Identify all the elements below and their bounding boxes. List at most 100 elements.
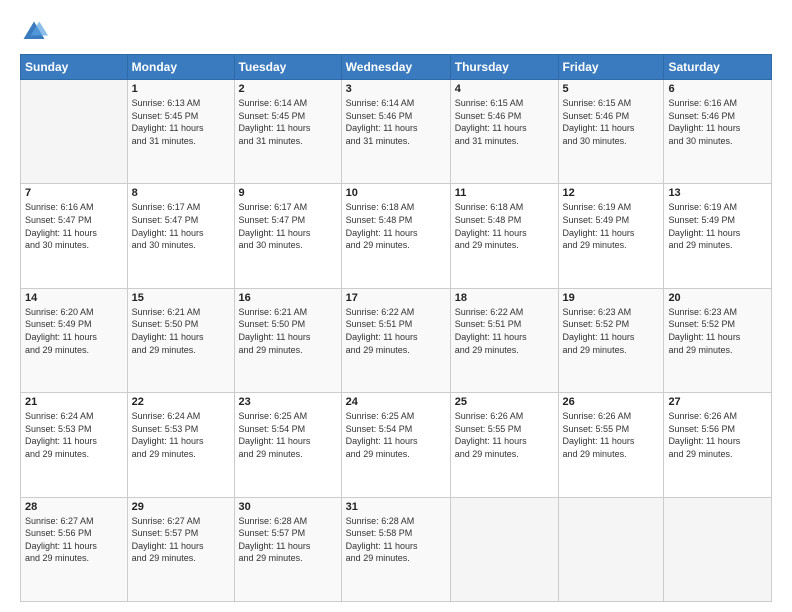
day-header-wednesday: Wednesday <box>341 55 450 80</box>
calendar-cell: 6 Sunrise: 6:16 AMSunset: 5:46 PMDaylight… <box>664 80 772 184</box>
day-number: 8 <box>132 187 230 199</box>
calendar-cell: 14 Sunrise: 6:20 AMSunset: 5:49 PMDayligh… <box>21 288 128 392</box>
day-header-sunday: Sunday <box>21 55 128 80</box>
day-info: Sunrise: 6:23 AMSunset: 5:52 PMDaylight:… <box>668 306 767 356</box>
day-number: 6 <box>668 83 767 95</box>
day-number: 11 <box>455 187 554 199</box>
day-number: 1 <box>132 83 230 95</box>
day-info: Sunrise: 6:24 AMSunset: 5:53 PMDaylight:… <box>25 410 123 460</box>
day-number: 3 <box>346 83 446 95</box>
calendar-cell: 31 Sunrise: 6:28 AMSunset: 5:58 PMDayligh… <box>341 497 450 601</box>
day-info: Sunrise: 6:15 AMSunset: 5:46 PMDaylight:… <box>455 97 554 147</box>
day-info: Sunrise: 6:25 AMSunset: 5:54 PMDaylight:… <box>346 410 446 460</box>
day-number: 31 <box>346 501 446 513</box>
calendar-cell: 23 Sunrise: 6:25 AMSunset: 5:54 PMDayligh… <box>234 393 341 497</box>
day-info: Sunrise: 6:14 AMSunset: 5:45 PMDaylight:… <box>239 97 337 147</box>
week-row-4: 21 Sunrise: 6:24 AMSunset: 5:53 PMDayligh… <box>21 393 772 497</box>
day-info: Sunrise: 6:25 AMSunset: 5:54 PMDaylight:… <box>239 410 337 460</box>
calendar-cell: 1 Sunrise: 6:13 AMSunset: 5:45 PMDaylight… <box>127 80 234 184</box>
day-number: 15 <box>132 292 230 304</box>
day-header-saturday: Saturday <box>664 55 772 80</box>
day-number: 17 <box>346 292 446 304</box>
calendar-cell: 28 Sunrise: 6:27 AMSunset: 5:56 PMDayligh… <box>21 497 128 601</box>
calendar-cell: 8 Sunrise: 6:17 AMSunset: 5:47 PMDaylight… <box>127 184 234 288</box>
day-info: Sunrise: 6:13 AMSunset: 5:45 PMDaylight:… <box>132 97 230 147</box>
week-row-3: 14 Sunrise: 6:20 AMSunset: 5:49 PMDayligh… <box>21 288 772 392</box>
calendar-cell: 17 Sunrise: 6:22 AMSunset: 5:51 PMDayligh… <box>341 288 450 392</box>
day-number: 16 <box>239 292 337 304</box>
day-number: 18 <box>455 292 554 304</box>
day-info: Sunrise: 6:18 AMSunset: 5:48 PMDaylight:… <box>455 201 554 251</box>
day-number: 9 <box>239 187 337 199</box>
day-info: Sunrise: 6:14 AMSunset: 5:46 PMDaylight:… <box>346 97 446 147</box>
day-number: 23 <box>239 396 337 408</box>
day-number: 14 <box>25 292 123 304</box>
day-info: Sunrise: 6:27 AMSunset: 5:57 PMDaylight:… <box>132 515 230 565</box>
calendar-cell: 18 Sunrise: 6:22 AMSunset: 5:51 PMDayligh… <box>450 288 558 392</box>
day-info: Sunrise: 6:19 AMSunset: 5:49 PMDaylight:… <box>668 201 767 251</box>
day-info: Sunrise: 6:22 AMSunset: 5:51 PMDaylight:… <box>455 306 554 356</box>
calendar: SundayMondayTuesdayWednesdayThursdayFrid… <box>20 54 772 602</box>
week-row-1: 1 Sunrise: 6:13 AMSunset: 5:45 PMDaylight… <box>21 80 772 184</box>
day-info: Sunrise: 6:26 AMSunset: 5:56 PMDaylight:… <box>668 410 767 460</box>
calendar-table: SundayMondayTuesdayWednesdayThursdayFrid… <box>20 54 772 602</box>
day-number: 24 <box>346 396 446 408</box>
day-number: 12 <box>563 187 660 199</box>
page: SundayMondayTuesdayWednesdayThursdayFrid… <box>0 0 792 612</box>
calendar-cell: 20 Sunrise: 6:23 AMSunset: 5:52 PMDayligh… <box>664 288 772 392</box>
day-info: Sunrise: 6:16 AMSunset: 5:46 PMDaylight:… <box>668 97 767 147</box>
header <box>20 18 772 46</box>
calendar-header-row: SundayMondayTuesdayWednesdayThursdayFrid… <box>21 55 772 80</box>
day-info: Sunrise: 6:18 AMSunset: 5:48 PMDaylight:… <box>346 201 446 251</box>
calendar-cell: 15 Sunrise: 6:21 AMSunset: 5:50 PMDayligh… <box>127 288 234 392</box>
day-info: Sunrise: 6:28 AMSunset: 5:57 PMDaylight:… <box>239 515 337 565</box>
day-number: 28 <box>25 501 123 513</box>
day-number: 21 <box>25 396 123 408</box>
calendar-cell: 27 Sunrise: 6:26 AMSunset: 5:56 PMDayligh… <box>664 393 772 497</box>
day-info: Sunrise: 6:28 AMSunset: 5:58 PMDaylight:… <box>346 515 446 565</box>
day-info: Sunrise: 6:23 AMSunset: 5:52 PMDaylight:… <box>563 306 660 356</box>
calendar-cell: 26Sunrise: 6:26 AMSunset: 5:55 PMDayligh… <box>558 393 664 497</box>
day-number: 5 <box>563 83 660 95</box>
day-number: 2 <box>239 83 337 95</box>
calendar-cell <box>450 497 558 601</box>
day-info: Sunrise: 6:16 AMSunset: 5:47 PMDaylight:… <box>25 201 123 251</box>
calendar-cell <box>558 497 664 601</box>
day-number: 22 <box>132 396 230 408</box>
calendar-cell: 9Sunrise: 6:17 AMSunset: 5:47 PMDaylight… <box>234 184 341 288</box>
calendar-cell: 11 Sunrise: 6:18 AMSunset: 5:48 PMDayligh… <box>450 184 558 288</box>
day-info: Sunrise: 6:19 AMSunset: 5:49 PMDaylight:… <box>563 201 660 251</box>
calendar-cell: 21 Sunrise: 6:24 AMSunset: 5:53 PMDayligh… <box>21 393 128 497</box>
day-info: Sunrise: 6:15 AMSunset: 5:46 PMDaylight:… <box>563 97 660 147</box>
calendar-cell: 19 Sunrise: 6:23 AMSunset: 5:52 PMDayligh… <box>558 288 664 392</box>
day-info: Sunrise: 6:22 AMSunset: 5:51 PMDaylight:… <box>346 306 446 356</box>
day-number: 26 <box>563 396 660 408</box>
day-number: 27 <box>668 396 767 408</box>
day-info: Sunrise: 6:20 AMSunset: 5:49 PMDaylight:… <box>25 306 123 356</box>
day-number: 20 <box>668 292 767 304</box>
calendar-cell: 25Sunrise: 6:26 AMSunset: 5:55 PMDayligh… <box>450 393 558 497</box>
calendar-cell: 2 Sunrise: 6:14 AMSunset: 5:45 PMDaylight… <box>234 80 341 184</box>
calendar-cell: 5 Sunrise: 6:15 AMSunset: 5:46 PMDaylight… <box>558 80 664 184</box>
calendar-cell: 16Sunrise: 6:21 AMSunset: 5:50 PMDayligh… <box>234 288 341 392</box>
day-header-friday: Friday <box>558 55 664 80</box>
calendar-cell: 12 Sunrise: 6:19 AMSunset: 5:49 PMDayligh… <box>558 184 664 288</box>
day-info: Sunrise: 6:27 AMSunset: 5:56 PMDaylight:… <box>25 515 123 565</box>
logo <box>20 18 52 46</box>
calendar-cell: 30 Sunrise: 6:28 AMSunset: 5:57 PMDayligh… <box>234 497 341 601</box>
calendar-cell: 13Sunrise: 6:19 AMSunset: 5:49 PMDayligh… <box>664 184 772 288</box>
calendar-cell: 10Sunrise: 6:18 AMSunset: 5:48 PMDayligh… <box>341 184 450 288</box>
day-info: Sunrise: 6:17 AMSunset: 5:47 PMDaylight:… <box>132 201 230 251</box>
day-info: Sunrise: 6:24 AMSunset: 5:53 PMDaylight:… <box>132 410 230 460</box>
day-header-monday: Monday <box>127 55 234 80</box>
day-header-tuesday: Tuesday <box>234 55 341 80</box>
day-number: 29 <box>132 501 230 513</box>
day-info: Sunrise: 6:21 AMSunset: 5:50 PMDaylight:… <box>132 306 230 356</box>
day-number: 19 <box>563 292 660 304</box>
day-number: 7 <box>25 187 123 199</box>
calendar-cell: 3 Sunrise: 6:14 AMSunset: 5:46 PMDaylight… <box>341 80 450 184</box>
day-number: 30 <box>239 501 337 513</box>
calendar-cell <box>664 497 772 601</box>
calendar-cell: 29 Sunrise: 6:27 AMSunset: 5:57 PMDayligh… <box>127 497 234 601</box>
day-number: 25 <box>455 396 554 408</box>
